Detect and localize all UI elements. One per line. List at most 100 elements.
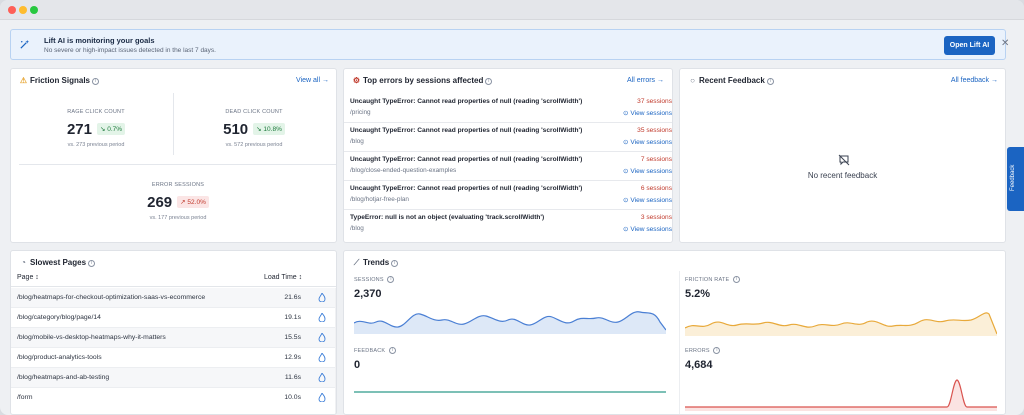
- no-feedback-icon: [838, 154, 850, 166]
- error-row[interactable]: Uncaught TypeError: Cannot read properti…: [344, 123, 672, 152]
- top-errors-card: ⚙ Top errors by sessions affected i All er…: [343, 68, 673, 243]
- rage-click-metric: RAGE CLICK COUNT 271 ↘ 0.7% vs. 273 prev…: [19, 109, 173, 148]
- load-time: 11.6s: [284, 374, 301, 381]
- errors-value: 4,684: [685, 359, 713, 371]
- metric-label: DEAD CLICK COUNT: [225, 109, 283, 115]
- flame-icon: [318, 393, 326, 402]
- change-badge: ↗ 52.0%: [177, 196, 209, 208]
- error-row[interactable]: Uncaught TypeError: Cannot read properti…: [344, 152, 672, 181]
- warning-icon: ⚠: [19, 76, 28, 85]
- change-badge: ↘ 10.8%: [253, 123, 285, 135]
- table-header: Page ↕ Load Time ↕: [11, 271, 336, 287]
- feedback-label: FEEDBACK i: [354, 347, 396, 354]
- error-count: 35 sessions: [637, 127, 672, 134]
- view-sessions-link[interactable]: ⊙ View sessions: [623, 167, 672, 175]
- divider: [19, 164, 336, 165]
- sessions-label: SESSIONS i: [354, 276, 395, 283]
- table-row[interactable]: /blog/heatmaps-for-checkout-optimization…: [11, 288, 335, 308]
- info-icon[interactable]: i: [387, 276, 395, 283]
- error-message: Uncaught TypeError: Cannot read properti…: [350, 185, 583, 192]
- error-row[interactable]: Uncaught TypeError: Cannot read properti…: [344, 94, 672, 123]
- info-icon[interactable]: i: [88, 260, 96, 267]
- close-window-button[interactable]: [8, 6, 16, 14]
- flame-icon: [318, 353, 326, 362]
- open-lift-ai-button[interactable]: Open Lift AI: [944, 36, 995, 55]
- error-count: 7 sessions: [640, 156, 672, 163]
- flame-icon: [318, 313, 326, 322]
- error-message: Uncaught TypeError: Cannot read properti…: [350, 127, 583, 134]
- errors-label: ERRORS i: [685, 347, 721, 354]
- close-icon[interactable]: ✕: [1001, 38, 1009, 50]
- error-count: 3 sessions: [640, 214, 672, 221]
- view-all-link[interactable]: View all →: [296, 77, 329, 84]
- column-header-page[interactable]: Page ↕: [17, 274, 39, 281]
- friction-rate-sparkline: [685, 312, 997, 336]
- title-bar: [0, 0, 1024, 20]
- info-icon[interactable]: i: [733, 276, 741, 283]
- feedback-tab-label: Feedback: [1010, 164, 1016, 191]
- feedback-value: 0: [354, 359, 361, 371]
- sessions-sparkline: [354, 311, 666, 334]
- page-url: /blog/mobile-vs-desktop-heatmaps-why-it-…: [17, 334, 166, 341]
- change-badge: ↘ 0.7%: [96, 123, 126, 135]
- metric-previous: vs. 572 previous period: [225, 142, 283, 148]
- info-icon[interactable]: i: [713, 347, 721, 354]
- error-count: 6 sessions: [640, 185, 672, 192]
- info-icon[interactable]: i: [766, 78, 774, 85]
- column-header-load-time[interactable]: Load Time ↕: [264, 274, 302, 281]
- error-path: /blog/hotjar-free-plan: [350, 196, 409, 203]
- info-icon[interactable]: i: [92, 78, 100, 85]
- friction-signals-card: ⚠ Friction Signals i View all → RAGE CLICK…: [10, 68, 337, 243]
- info-icon[interactable]: i: [391, 260, 399, 267]
- friction-rate-label: FRICTION RATE i: [685, 276, 741, 283]
- view-sessions-link[interactable]: ⊙ View sessions: [623, 225, 672, 233]
- view-sessions-link[interactable]: ⊙ View sessions: [623, 109, 672, 117]
- table-row[interactable]: /form 10.0s: [11, 388, 335, 408]
- view-sessions-link[interactable]: ⊙ View sessions: [623, 138, 672, 146]
- load-time: 12.9s: [284, 354, 301, 361]
- table-row[interactable]: /blog/heatmaps-and-ab-testing 11.6s: [11, 368, 335, 388]
- view-sessions-link[interactable]: ⊙ View sessions: [623, 196, 672, 204]
- metric-previous: vs. 177 previous period: [149, 215, 207, 221]
- lift-ai-banner: Lift AI is monitoring your goals No seve…: [10, 29, 1009, 60]
- flame-icon: [318, 293, 326, 302]
- trend-chart-icon: ⟋: [353, 258, 360, 267]
- error-path: /blog: [350, 225, 364, 232]
- trends-title: ⟋ Trends i: [352, 258, 399, 268]
- load-time: 21.6s: [284, 294, 301, 301]
- error-path: /blog/close-ended-question-examples: [350, 167, 457, 174]
- chat-bubble-icon: ○: [690, 76, 695, 85]
- table-row[interactable]: /blog/mobile-vs-desktop-heatmaps-why-it-…: [11, 328, 335, 348]
- sessions-value: 2,370: [354, 288, 382, 300]
- info-icon[interactable]: i: [485, 78, 493, 85]
- load-time: 19.1s: [284, 314, 301, 321]
- load-time: 15.5s: [284, 334, 301, 341]
- metric-value: 271: [66, 120, 92, 138]
- maximize-window-button[interactable]: [30, 6, 38, 14]
- table-row[interactable]: /blog/product-analytics-tools 12.9s: [11, 348, 335, 368]
- load-time: 10.0s: [284, 394, 301, 401]
- metric-label: ERROR SESSIONS: [151, 182, 205, 188]
- page-url: /blog/heatmaps-and-ab-testing: [17, 374, 110, 381]
- trends-card: ⟋ Trends i SESSIONS i 2,370 FRICTION RATE …: [343, 250, 1006, 415]
- all-feedback-link[interactable]: All feedback →: [951, 77, 998, 84]
- all-errors-link[interactable]: All errors →: [627, 77, 664, 84]
- scrollbar[interactable]: [335, 288, 337, 415]
- feedback-side-tab[interactable]: Feedback: [1007, 147, 1024, 211]
- error-message: Uncaught TypeError: Cannot read properti…: [350, 156, 583, 163]
- page-url: /blog/product-analytics-tools: [17, 354, 102, 361]
- metric-label: RAGE CLICK COUNT: [67, 109, 125, 115]
- error-row[interactable]: TypeError: null is not an object (evalua…: [344, 210, 672, 239]
- feedback-sparkline: [354, 391, 666, 393]
- minimize-window-button[interactable]: [19, 6, 27, 14]
- page-url: /blog/heatmaps-for-checkout-optimization…: [17, 294, 206, 301]
- table-row[interactable]: /blog/category/blog/page/14 19.1s: [11, 308, 335, 328]
- scrollbar-thumb[interactable]: [336, 290, 337, 415]
- slowest-pages-title: ◔ Slowest Pages i: [19, 258, 96, 267]
- error-row[interactable]: Uncaught TypeError: Cannot read properti…: [344, 181, 672, 210]
- top-errors-title: ⚙ Top errors by sessions affected i: [352, 76, 493, 85]
- metric-previous: vs. 273 previous period: [67, 142, 125, 148]
- empty-feedback-message: No recent feedback: [807, 171, 878, 180]
- info-icon[interactable]: i: [388, 347, 396, 354]
- recent-feedback-card: ○ Recent Feedback i All feedback → No rece…: [679, 68, 1006, 243]
